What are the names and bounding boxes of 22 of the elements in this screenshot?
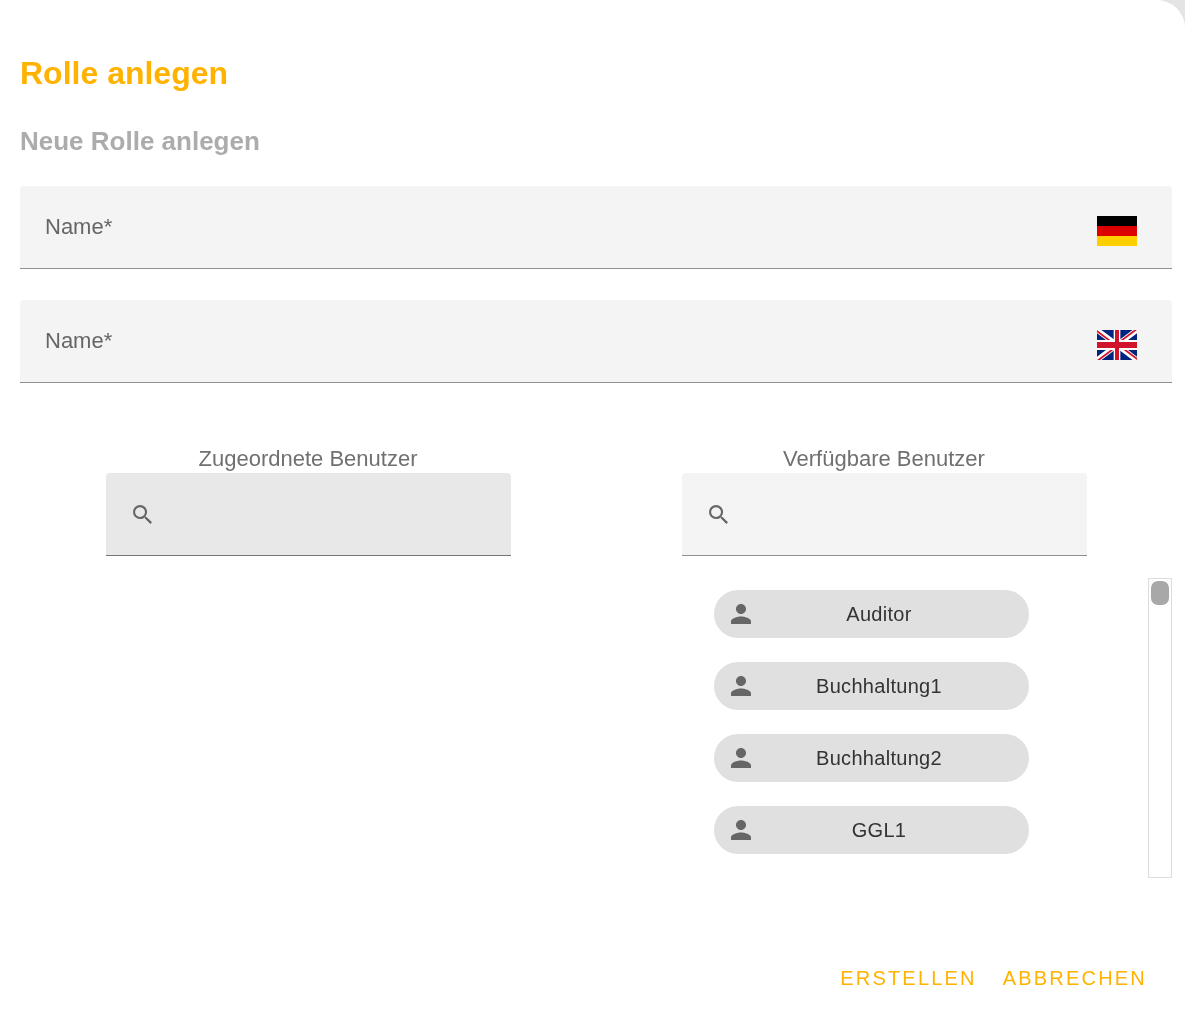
user-chip[interactable]: GGL1	[714, 806, 1029, 854]
name-field[interactable]: Name*	[20, 300, 1172, 383]
user-chip[interactable]: Auditor	[714, 590, 1029, 638]
german-flag-icon	[1097, 216, 1137, 246]
user-chip[interactable]: Buchhaltung1	[714, 662, 1029, 710]
person-icon	[731, 604, 751, 624]
user-chip[interactable]: Buchhaltung2	[714, 734, 1029, 782]
dialog-title: Rolle anlegen	[20, 54, 230, 93]
person-icon	[731, 820, 751, 840]
person-icon	[731, 748, 751, 768]
union-jack-flag-icon	[1097, 330, 1137, 360]
search-field[interactable]	[105, 473, 511, 556]
scrollbar[interactable]	[1148, 578, 1172, 878]
search-field[interactable]	[681, 473, 1087, 556]
scrollbar-thumb[interactable]	[1151, 581, 1169, 605]
search-icon	[132, 505, 152, 524]
search-icon	[708, 505, 728, 524]
column-title: Zugeordnete Benutzer	[198, 446, 418, 472]
dialog-subtitle: Neue Rolle anlegen	[20, 125, 261, 157]
column-title: Verfügbare Benutzer	[783, 446, 985, 472]
person-icon	[731, 676, 751, 696]
name-field[interactable]: Name*	[20, 186, 1172, 269]
